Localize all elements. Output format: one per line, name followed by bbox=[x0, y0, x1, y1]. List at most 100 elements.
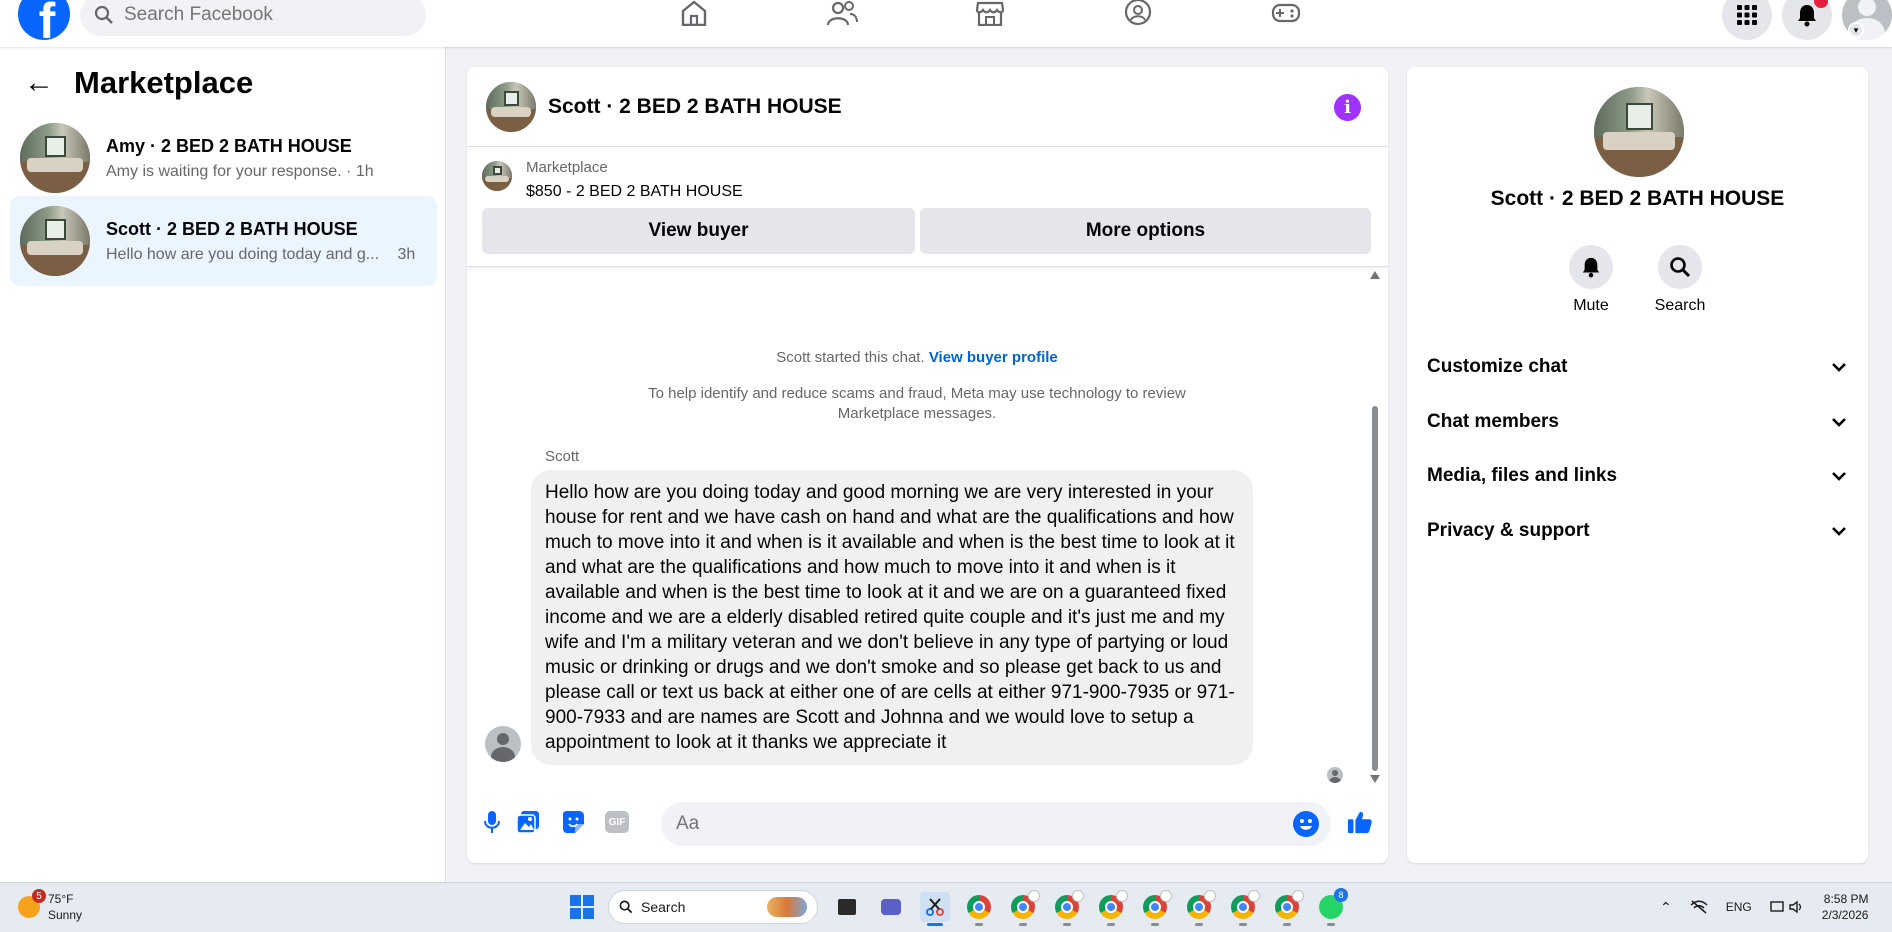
weather-widget[interactable]: 5 75°F Sunny bbox=[18, 889, 82, 923]
section-label: Customize chat bbox=[1427, 356, 1568, 377]
message-input[interactable] bbox=[676, 813, 1276, 835]
system-clock[interactable]: 8:58 PM 2/3/2026 bbox=[1822, 891, 1869, 923]
mute-label: Mute bbox=[1573, 297, 1609, 314]
customize-chat-section[interactable]: Customize chat bbox=[1427, 347, 1847, 387]
chrome-profile-icon[interactable] bbox=[1052, 890, 1084, 926]
conversation-time: 3h bbox=[397, 245, 416, 263]
info-icon[interactable]: i bbox=[1334, 94, 1361, 121]
search-icon[interactable] bbox=[1658, 245, 1702, 289]
search-icon bbox=[619, 900, 633, 914]
chat-details-panel: Scott · 2 BED 2 BATH HOUSE Mute Search C… bbox=[1407, 67, 1868, 863]
chrome-profile-icon[interactable] bbox=[1228, 890, 1260, 926]
search-icon bbox=[94, 5, 113, 24]
weather-condition: Sunny bbox=[48, 908, 83, 922]
language-indicator[interactable]: ENG bbox=[1726, 900, 1752, 914]
search-label: Search bbox=[1654, 297, 1706, 314]
page-title: Marketplace bbox=[74, 65, 254, 100]
details-avatar[interactable] bbox=[1594, 87, 1684, 177]
facebook-logo[interactable]: f bbox=[18, 0, 70, 40]
paint-palette-icon bbox=[767, 897, 807, 917]
chat-title[interactable]: Scott · 2 BED 2 BATH HOUSE bbox=[548, 95, 842, 119]
emoji-icon[interactable] bbox=[1293, 811, 1319, 837]
main-navigation bbox=[620, 0, 1360, 30]
conversation-title: Scott · 2 BED 2 BATH HOUSE bbox=[106, 218, 358, 239]
facebook-search-input[interactable] bbox=[124, 4, 404, 26]
clock-date: 2/3/2026 bbox=[1821, 908, 1869, 922]
notifications-bell-icon[interactable] bbox=[1782, 0, 1832, 40]
taskbar-search[interactable]: Search bbox=[608, 890, 818, 924]
facebook-search-box[interactable] bbox=[80, 0, 426, 36]
message-sender-name: Scott bbox=[545, 448, 580, 465]
account-controls bbox=[1722, 0, 1892, 40]
sticker-icon[interactable] bbox=[560, 809, 586, 835]
message-input-box[interactable] bbox=[661, 802, 1331, 846]
view-buyer-button[interactable]: View buyer bbox=[482, 208, 915, 254]
taskbar-apps: Search 8 bbox=[570, 888, 1348, 926]
temperature: 75°F bbox=[48, 892, 74, 906]
listing-card: Marketplace $850 - 2 BED 2 BATH HOUSE Vi… bbox=[467, 147, 1388, 267]
top-navigation-bar: f ▾ bbox=[0, 0, 1892, 47]
thread-scrollbar[interactable] bbox=[1369, 271, 1381, 783]
message-composer: GIF bbox=[467, 785, 1388, 863]
chrome-profile-icon[interactable] bbox=[1140, 890, 1172, 926]
teams-meet-icon[interactable] bbox=[876, 892, 906, 922]
conversation-title: Amy · 2 BED 2 BATH HOUSE bbox=[106, 135, 352, 156]
listing-thumbnail bbox=[20, 123, 90, 193]
home-icon[interactable] bbox=[620, 0, 768, 30]
system-tray: ⌃ ENG 8:58 PM 2/3/2026 bbox=[1660, 891, 1868, 923]
section-label: Chat members bbox=[1427, 411, 1559, 432]
search-action[interactable]: Search bbox=[1640, 245, 1720, 315]
more-options-button[interactable]: More options bbox=[920, 208, 1371, 254]
weather-text: 75°F Sunny bbox=[48, 891, 82, 923]
taskbar-search-placeholder: Search bbox=[641, 899, 686, 915]
display-volume-icon[interactable] bbox=[1770, 900, 1804, 914]
media-files-links-section[interactable]: Media, files and links bbox=[1427, 456, 1847, 496]
scroll-up-arrow-icon[interactable] bbox=[1370, 271, 1380, 279]
listing-thumbnail[interactable] bbox=[482, 161, 512, 191]
chrome-profile-icon[interactable] bbox=[1272, 890, 1304, 926]
scrollbar-thumb[interactable] bbox=[1372, 406, 1378, 771]
network-offline-icon[interactable] bbox=[1690, 900, 1708, 914]
menu-grid-icon[interactable] bbox=[1722, 0, 1772, 40]
chevron-down-icon bbox=[1832, 472, 1846, 481]
chevron-up-icon[interactable]: ⌃ bbox=[1660, 899, 1672, 916]
bell-icon[interactable] bbox=[1569, 245, 1613, 289]
windows-start-icon[interactable] bbox=[570, 895, 594, 919]
listing-title[interactable]: $850 - 2 BED 2 BATH HOUSE bbox=[526, 183, 743, 201]
clock-time: 8:58 PM bbox=[1823, 892, 1869, 906]
chat-panel: Scott · 2 BED 2 BATH HOUSE i Marketplace… bbox=[467, 67, 1388, 863]
gif-icon[interactable]: GIF bbox=[604, 809, 630, 835]
windows-taskbar: 5 75°F Sunny Search 8 ⌃ ENG 8:58 PM 2/3/… bbox=[0, 882, 1892, 932]
thumbs-up-icon[interactable] bbox=[1347, 809, 1373, 835]
chrome-profile-icon[interactable] bbox=[1184, 890, 1216, 926]
message-bubble[interactable]: Hello how are you doing today and good m… bbox=[531, 470, 1253, 765]
snipping-tool-icon[interactable] bbox=[920, 892, 950, 926]
chrome-icon[interactable] bbox=[964, 892, 994, 926]
mute-action[interactable]: Mute bbox=[1551, 245, 1631, 315]
conversation-item-amy[interactable]: Amy · 2 BED 2 BATH HOUSE Amy is waiting … bbox=[10, 113, 437, 203]
whatsapp-icon[interactable]: 8 bbox=[1316, 888, 1348, 926]
listing-source: Marketplace bbox=[526, 159, 608, 176]
photo-icon[interactable] bbox=[515, 809, 541, 835]
groups-icon[interactable] bbox=[1064, 0, 1212, 30]
microphone-icon[interactable] bbox=[479, 809, 505, 835]
marketplace-icon[interactable] bbox=[916, 0, 1064, 30]
account-chevron-down-icon[interactable]: ▾ bbox=[1848, 22, 1864, 38]
marketplace-inbox-sidebar: ← Marketplace Amy · 2 BED 2 BATH HOUSE A… bbox=[0, 47, 446, 882]
scroll-down-arrow-icon[interactable] bbox=[1370, 775, 1380, 783]
conversation-text: Scott · 2 BED 2 BATH HOUSE Hello how are… bbox=[106, 219, 415, 264]
notification-count-badge bbox=[1814, 0, 1828, 8]
chrome-profile-icon[interactable] bbox=[1008, 890, 1040, 926]
gaming-icon[interactable] bbox=[1212, 0, 1360, 30]
privacy-support-section[interactable]: Privacy & support bbox=[1427, 511, 1847, 551]
sender-avatar[interactable] bbox=[485, 726, 521, 762]
back-arrow-icon[interactable]: ← bbox=[24, 68, 54, 98]
file-explorer-icon[interactable] bbox=[832, 892, 862, 922]
friends-icon[interactable] bbox=[768, 0, 916, 30]
chat-avatar[interactable] bbox=[486, 81, 536, 132]
chat-members-section[interactable]: Chat members bbox=[1427, 402, 1847, 442]
chrome-profile-icon[interactable] bbox=[1096, 890, 1128, 926]
conversation-preview: Hello how are you doing today and g... bbox=[106, 245, 380, 263]
conversation-item-scott[interactable]: Scott · 2 BED 2 BATH HOUSE Hello how are… bbox=[10, 196, 437, 286]
view-buyer-profile-link[interactable]: View buyer profile bbox=[929, 349, 1058, 366]
